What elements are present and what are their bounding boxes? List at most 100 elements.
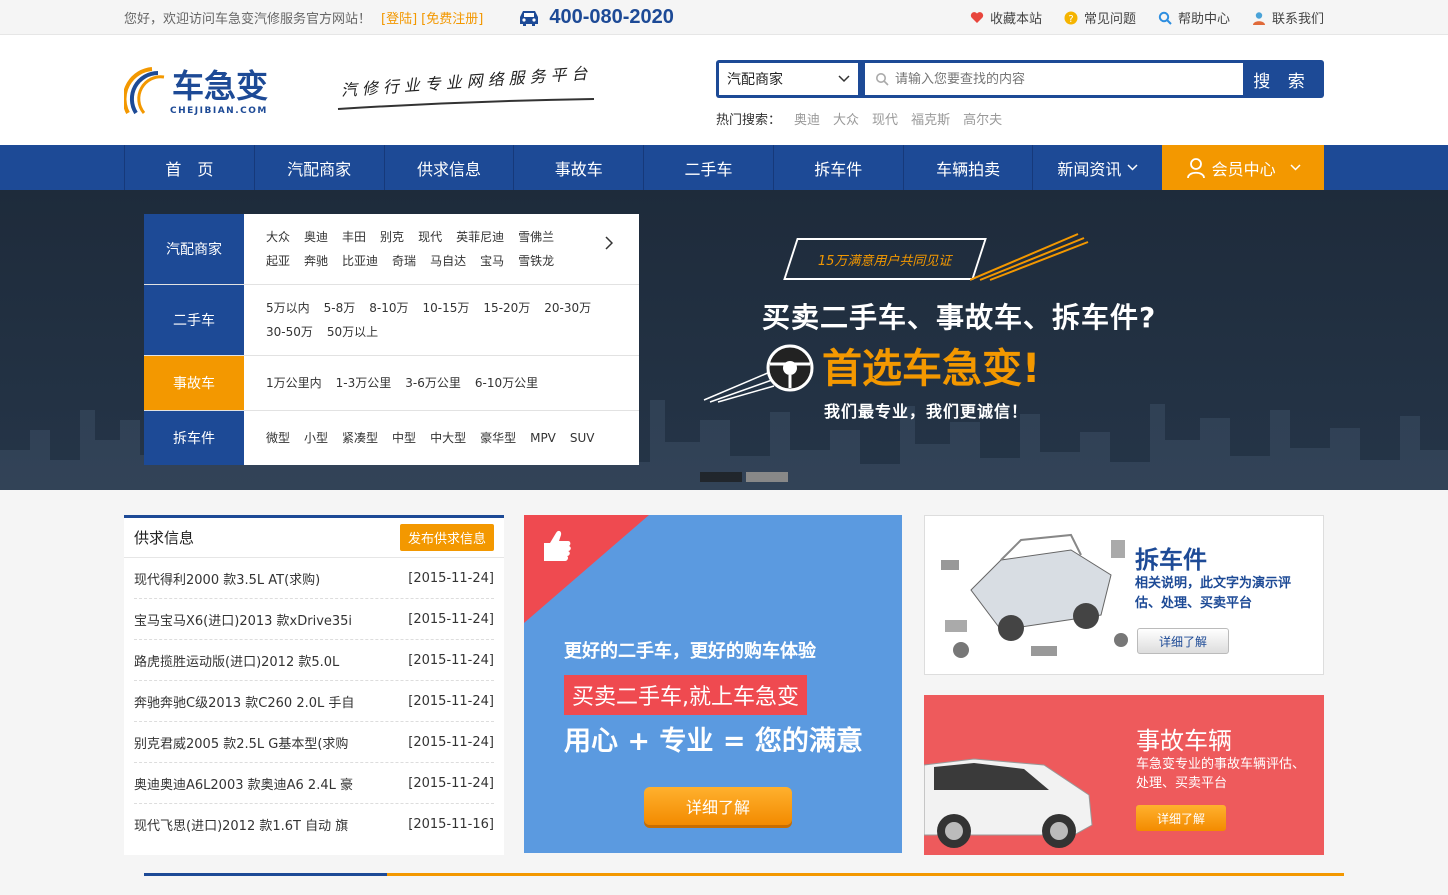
category-link[interactable]: SUV <box>570 426 595 450</box>
list-item[interactable]: 别克君威2005 款2.5L G基本型(求购 [2015-11-24] <box>134 722 494 763</box>
register-link[interactable]: [免费注册] <box>421 8 483 27</box>
category-link[interactable]: 20-30万 <box>544 296 591 320</box>
category-title[interactable]: 汽配商家 <box>144 214 244 284</box>
slogan: 汽修行业专业网络服务平台 <box>336 61 596 111</box>
nav-parts-dealers[interactable]: 汽配商家 <box>253 145 384 190</box>
heart-icon <box>970 12 984 23</box>
logo-subtext: CHEJIBIAN.COM <box>170 106 268 116</box>
login-link[interactable]: [登陆] <box>381 8 417 27</box>
salvage-parts-desc: 相关说明，此文字为演示评估、处理、买卖平台 <box>1135 576 1292 611</box>
section-divider <box>144 873 1344 876</box>
steering-wheel-icon <box>703 344 814 403</box>
list-item[interactable]: 路虎揽胜运动版(进口)2012 款5.0L [2015-11-24] <box>134 640 494 681</box>
nav-accident-cars[interactable]: 事故车 <box>513 145 643 190</box>
category-link[interactable]: 奥迪 <box>304 225 328 249</box>
nav-supply[interactable]: 供求信息 <box>383 145 514 190</box>
category-link[interactable]: 8-10万 <box>369 296 408 320</box>
accident-car-desc: 车急变专业的事故车辆评估、处理、买卖平台 <box>1136 757 1306 791</box>
member-center-button[interactable]: 会员中心 <box>1162 145 1324 190</box>
category-row-salvage-parts: 拆车件 微型 小型 紧凑型 中型 中大型 豪华型 MPV SUV <box>144 411 639 465</box>
category-title[interactable]: 拆车件 <box>144 411 244 465</box>
favorite-link[interactable]: 收藏本站 <box>970 8 1042 27</box>
category-link[interactable]: 现代 <box>418 225 442 249</box>
category-link[interactable]: 1万公里内 <box>266 371 322 395</box>
salvage-parts-details-button[interactable]: 详细了解 <box>1137 628 1229 654</box>
category-link[interactable]: 奇瑞 <box>392 249 416 273</box>
salvage-parts-title: 拆车件 <box>1135 546 1207 574</box>
hot-keyword[interactable]: 福克斯 <box>911 109 950 128</box>
category-link[interactable]: 雪铁龙 <box>518 249 554 273</box>
search-input[interactable] <box>895 71 1225 87</box>
category-link[interactable]: 丰田 <box>342 225 366 249</box>
question-icon: ? <box>1064 11 1078 25</box>
search-icon <box>876 73 889 86</box>
category-link[interactable]: 奔驰 <box>304 249 328 273</box>
category-link[interactable]: 中型 <box>392 426 416 450</box>
chevron-right-icon[interactable] <box>605 236 613 250</box>
salvage-parts-card[interactable]: 拆车件 相关说明，此文字为演示评估、处理、买卖平台 详细了解 <box>924 515 1324 675</box>
category-link[interactable]: 3-6万公里 <box>405 371 461 395</box>
category-link[interactable]: 50万以上 <box>327 320 378 344</box>
category-link[interactable]: 小型 <box>304 426 328 450</box>
category-link[interactable]: 起亚 <box>266 249 290 273</box>
category-link[interactable]: 紧凑型 <box>342 426 378 450</box>
category-link[interactable]: 比亚迪 <box>342 249 378 273</box>
contact-link[interactable]: 联系我们 <box>1252 8 1324 27</box>
accident-car-card[interactable]: 事故车辆 车急变专业的事故车辆评估、处理、买卖平台 详细了解 <box>924 695 1324 855</box>
corner-triangle <box>524 515 649 623</box>
nav-auction[interactable]: 车辆拍卖 <box>902 145 1033 190</box>
list-item[interactable]: 奔驰奔驰C级2013 款C260 2.0L 手自 [2015-11-24] <box>134 681 494 722</box>
category-row-used-cars: 二手车 5万以内 5-8万 8-10万 10-15万 15-20万 20-30万… <box>144 285 639 356</box>
list-item[interactable]: 奥迪奥迪A6L2003 款奥迪A6 2.4L 豪 [2015-11-24] <box>134 763 494 804</box>
category-link[interactable]: 5万以内 <box>266 296 310 320</box>
category-link[interactable]: 微型 <box>266 426 290 450</box>
category-link[interactable]: 10-15万 <box>423 296 470 320</box>
category-link[interactable]: 大众 <box>266 225 290 249</box>
carousel-dot[interactable] <box>700 472 742 482</box>
nav-news[interactable]: 新闻资讯 <box>1032 145 1162 190</box>
category-link[interactable]: 英菲尼迪 <box>456 225 504 249</box>
help-link[interactable]: 帮助中心 <box>1158 8 1230 27</box>
category-link[interactable]: MPV <box>530 426 556 450</box>
category-title[interactable]: 二手车 <box>144 285 244 355</box>
banner-promo[interactable]: 15万满意用户共同见证 买卖二手车、事故车、拆车件? 首选车急变! 我们最专业，… <box>700 226 1200 426</box>
faq-link[interactable]: ? 常见问题 <box>1064 8 1136 27</box>
search-button[interactable]: 搜 索 <box>1243 63 1321 95</box>
nav-salvage-parts[interactable]: 拆车件 <box>772 145 903 190</box>
nav-home[interactable]: 首 页 <box>124 145 254 190</box>
hot-keyword[interactable]: 高尔夫 <box>963 109 1002 128</box>
hotline: 400-080-2020 <box>517 6 674 29</box>
category-link[interactable]: 宝马 <box>480 249 504 273</box>
site-logo[interactable]: 车急变 CHEJIBIAN.COM <box>122 61 289 121</box>
category-link[interactable]: 30-50万 <box>266 320 313 344</box>
list-item[interactable]: 现代飞思(进口)2012 款1.6T 自动 旗 [2015-11-16] <box>134 804 494 845</box>
search-category-select[interactable]: 汽配商家 <box>719 63 859 95</box>
category-link[interactable]: 中大型 <box>430 426 466 450</box>
category-link[interactable]: 雪佛兰 <box>518 225 554 249</box>
category-row-parts-dealers: 汽配商家 大众 奥迪 丰田 别克 现代 英菲尼迪 雪佛兰 起亚 奔驰 比亚迪 奇… <box>144 214 639 285</box>
banner-badge: 15万满意用户共同见证 <box>783 238 987 280</box>
category-link[interactable]: 别克 <box>380 225 404 249</box>
hot-keyword[interactable]: 大众 <box>833 109 859 128</box>
hot-keyword[interactable]: 现代 <box>872 109 898 128</box>
carousel-dot-active[interactable] <box>746 472 788 482</box>
list-item[interactable]: 现代得利2000 款3.5L AT(求购) [2015-11-24] <box>134 558 494 599</box>
used-car-details-button[interactable]: 详细了解 <box>644 787 792 825</box>
list-item[interactable]: 宝马宝马X6(进口)2013 款xDrive35i [2015-11-24] <box>134 599 494 640</box>
category-link[interactable]: 1-3万公里 <box>336 371 392 395</box>
category-link[interactable]: 6-10万公里 <box>475 371 538 395</box>
category-link[interactable]: 15-20万 <box>483 296 530 320</box>
used-car-banner[interactable]: 更好的二手车，更好的购车体验 买卖二手车,就上车急变 用心 + 专业 = 您的满… <box>524 515 902 853</box>
category-title[interactable]: 事故车 <box>144 356 244 410</box>
category-link[interactable]: 马自达 <box>430 249 466 273</box>
post-supply-button[interactable]: 发布供求信息 <box>399 524 494 551</box>
carousel-dots <box>700 472 792 482</box>
category-link[interactable]: 豪华型 <box>480 426 516 450</box>
nav-used-cars[interactable]: 二手车 <box>643 145 773 190</box>
content-area: 供求信息 发布供求信息 现代得利2000 款3.5L AT(求购) [2015-1… <box>0 490 1448 855</box>
accident-car-details-button[interactable]: 详细了解 <box>1136 805 1226 831</box>
category-menu: 汽配商家 大众 奥迪 丰田 别克 现代 英菲尼迪 雪佛兰 起亚 奔驰 比亚迪 奇… <box>144 214 639 465</box>
supply-panel: 供求信息 发布供求信息 现代得利2000 款3.5L AT(求购) [2015-1… <box>124 515 504 855</box>
hot-keyword[interactable]: 奥迪 <box>794 109 820 128</box>
category-link[interactable]: 5-8万 <box>324 296 356 320</box>
